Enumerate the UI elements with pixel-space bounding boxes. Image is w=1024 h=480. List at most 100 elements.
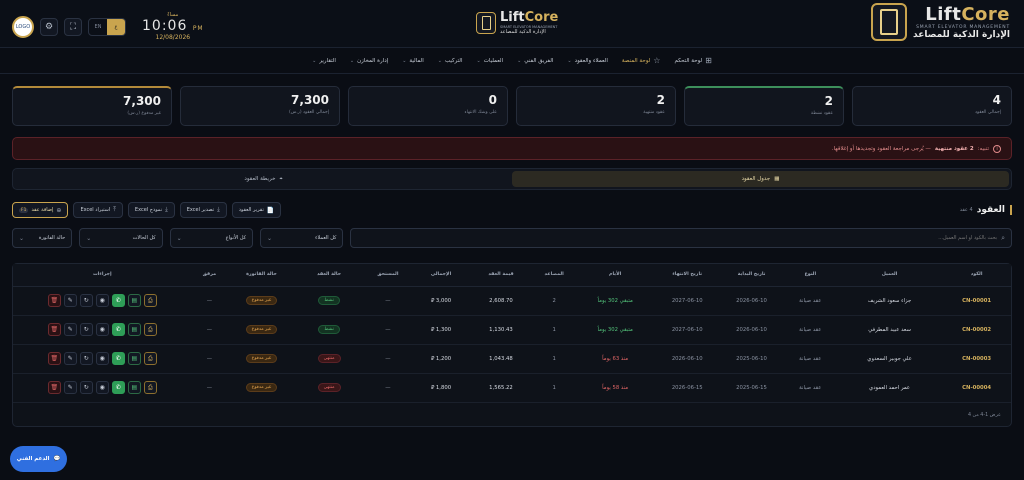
excel-template-button[interactable]: ⤓ نموذج Excel [127, 202, 175, 218]
type-filter[interactable]: كل الأنواع ⌄ [169, 228, 254, 248]
avatar[interactable]: LOGO [12, 15, 34, 38]
edit-icon[interactable]: ✎ [63, 323, 77, 336]
elevator-logo-icon [871, 3, 908, 41]
renew-icon[interactable]: ↻ [79, 352, 93, 365]
support-button[interactable]: 💬 الدعم الفني [10, 446, 67, 472]
end-date: 2026-06-10 [655, 344, 720, 374]
view-icon[interactable]: ◉ [95, 294, 109, 307]
stat-value: 7,300 [291, 93, 329, 107]
chevron-down-icon: ⌄ [402, 57, 407, 64]
edit-icon[interactable]: ✎ [63, 352, 77, 365]
contract-type: عقد صيانة [783, 315, 837, 345]
contracts-report-button[interactable]: 📄 تقرير العقود [231, 202, 282, 218]
gear-icon[interactable]: ⚙ [40, 17, 58, 36]
stat-value: 2 [824, 94, 833, 108]
column-header: حالة الفاتورة [227, 264, 296, 287]
elevators-count: 1 [533, 344, 576, 374]
nav-item-label: العمليات [483, 57, 504, 64]
search-input[interactable] [397, 235, 998, 241]
contracts-toolbar: العقود 4 عقد 📄 تقرير العقود ⤓ تصدير Excel ⤓ ن… [12, 201, 1012, 219]
nav-item-0[interactable]: ⊞ لوحة التحكم [674, 56, 711, 65]
table-row[interactable]: CN-00004 عمر احمد العمودي عقد صيانة 2025-06… [13, 373, 1011, 403]
whatsapp-icon[interactable]: ✆ [111, 352, 125, 365]
view-icon[interactable]: ◉ [95, 352, 109, 365]
status-badge: نشط [318, 296, 340, 305]
toolbar-button-label: تصدير Excel [186, 207, 215, 213]
view-icon[interactable]: ◉ [95, 381, 109, 394]
stat-label: غير مدفوع (ر.س) [127, 111, 161, 116]
header-controls: LOGO ⚙ ⛶ EN ع مساءً 10:06 PM 12/08/2026 [12, 12, 204, 41]
renew-icon[interactable]: ↻ [79, 381, 93, 394]
attachment: — [191, 373, 228, 403]
import-excel-button[interactable]: ⤒ استيراد Excel [73, 202, 123, 218]
stat-label: عقود نشطة [810, 111, 833, 116]
stat-card-2: 2 عقود منتهية [516, 86, 676, 126]
stat-label: إجمالي العقود [975, 110, 1001, 115]
column-header: الإجمالي [413, 264, 469, 287]
invoice-badge: غير مدفوع [245, 296, 278, 305]
fullscreen-icon[interactable]: ⛶ [64, 17, 82, 36]
nav-item-5[interactable]: التركيب ⌄ [438, 58, 463, 64]
nav-item-2[interactable]: العملاء والعقود ⌄ [567, 58, 607, 64]
main-brand-ar: الإدارة الذكية للمصاعد [913, 30, 1010, 40]
nav-item-4[interactable]: العمليات ⌄ [477, 58, 504, 64]
tab-contracts-table[interactable]: ▦ جدول العقود [512, 171, 1009, 187]
edit-icon[interactable]: ✎ [63, 294, 77, 307]
nav-item-3[interactable]: الفريق الفني ⌄ [517, 58, 553, 64]
invoice-icon[interactable]: ▤ [127, 381, 141, 394]
delete-icon[interactable]: 🗑 [47, 294, 61, 307]
whatsapp-icon[interactable]: ✆ [111, 323, 125, 336]
status-filter[interactable]: كل الحالات ⌄ [79, 228, 163, 248]
nav-item-1[interactable]: ☆ لوحة المنصة [622, 56, 661, 65]
delete-icon[interactable]: 🗑 [47, 381, 61, 394]
main-logo[interactable]: LiftCore SMART ELEVATOR MANAGEMENT الإدا… [871, 3, 1010, 41]
lang-ar[interactable]: ع [107, 18, 125, 35]
whatsapp-icon[interactable]: ✆ [111, 294, 125, 307]
invoice-status-cell: غير مدفوع [227, 315, 296, 345]
export-excel-button[interactable]: ⤓ تصدير Excel [179, 202, 227, 218]
view-icon[interactable]: ◉ [95, 323, 109, 336]
client-name: علي جوبير السعدوي [836, 344, 943, 374]
print-icon[interactable]: ⎙ [143, 323, 157, 336]
chevron-down-icon: ⌄ [176, 234, 182, 242]
contract-type: عقد صيانة [783, 344, 837, 374]
nav-item-7[interactable]: إدارة المخازن ⌄ [350, 58, 388, 64]
stat-card-5: 7,300 غير مدفوع (ر.س) [12, 86, 172, 126]
invoice-icon[interactable]: ▤ [127, 352, 141, 365]
print-icon[interactable]: ⎙ [143, 352, 157, 365]
actions-cell: ⎙ ▤ ✆ ◉ ↻ ✎ 🗑 [13, 344, 192, 374]
nav-item-label: لوحة المنصة [621, 57, 651, 64]
table-row[interactable]: CN-00003 علي جوبير السعدوي عقد صيانة 2025-0… [13, 344, 1011, 374]
invoice-icon[interactable]: ▤ [127, 294, 141, 307]
table-row[interactable]: CN-00002 سعد عبيد المطرفي عقد صيانة 2026-06… [13, 315, 1011, 345]
column-header: إجراءات [13, 264, 192, 287]
renew-icon[interactable]: ↻ [79, 323, 93, 336]
stats-row: 4 إجمالي العقود 2 عقود نشطة 2 عقود منتهية 0 على… [12, 86, 1012, 126]
delete-icon[interactable]: 🗑 [47, 323, 61, 336]
renew-icon[interactable]: ↻ [79, 294, 93, 307]
alert-prefix: تنبيه: [977, 145, 989, 152]
edit-icon[interactable]: ✎ [63, 381, 77, 394]
invoice-filter[interactable]: حالة الفاتورة ⌄ [11, 228, 73, 248]
tab-contracts-map[interactable]: ⌖ خريطة العقود [15, 171, 512, 187]
end-date: 2027-06-10 [655, 286, 720, 316]
table-row[interactable]: CN-00001 جزاء سعود الشريف عقد صيانة 2026-06… [13, 286, 1011, 316]
print-icon[interactable]: ⎙ [143, 381, 157, 394]
expired-contracts-alert: i تنبيه: 2 عقود منتهية — يُرجى مراجعة ال… [12, 137, 1012, 160]
nav-item-6[interactable]: المالية ⌄ [402, 58, 424, 64]
add-contract-button[interactable]: ⊕ إضافة عقد F1 [12, 202, 69, 218]
lang-en[interactable]: EN [89, 19, 107, 35]
print-icon[interactable]: ⎙ [143, 294, 157, 307]
nav-item-8[interactable]: التقارير ⌄ [312, 58, 336, 64]
whatsapp-icon[interactable]: ✆ [111, 381, 125, 394]
invoice-icon[interactable]: ▤ [127, 323, 141, 336]
chevron-down-icon: ⌄ [86, 234, 92, 242]
language-toggle[interactable]: EN ع [88, 17, 126, 36]
center-logo[interactable]: LiftCore SMART ELEVATOR MANAGEMENT الإدا… [476, 10, 558, 35]
row-actions: ⎙ ▤ ✆ ◉ ↻ ✎ 🗑 [13, 352, 192, 365]
delete-icon[interactable]: 🗑 [47, 352, 61, 365]
client-filter[interactable]: كل العملاء ⌄ [260, 228, 344, 248]
stat-label: على وشك الانتهاء [464, 110, 497, 115]
search-box[interactable]: ⌕ [350, 228, 1012, 248]
chevron-down-icon: ⌄ [476, 57, 481, 64]
